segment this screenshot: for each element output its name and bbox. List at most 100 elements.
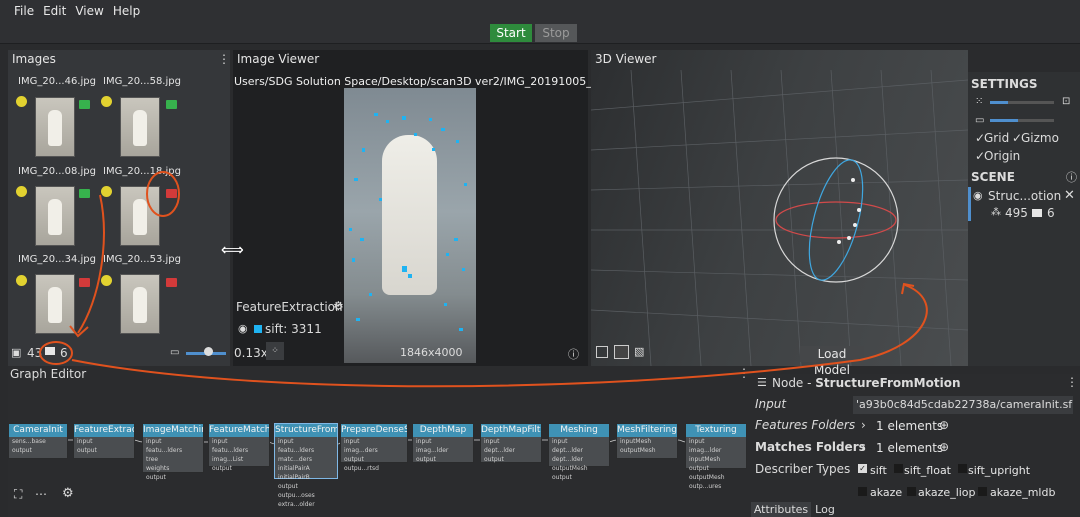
graph-node-port[interactable]: imag...lder — [413, 446, 473, 455]
graph-node[interactable]: CameraInit sens...base output — [8, 423, 68, 459]
graph-node-port[interactable]: featu...lders — [209, 446, 269, 455]
graph-node[interactable]: DepthMapFilterinputdept...lderoutput — [480, 423, 542, 463]
graph-node-port[interactable]: tree — [143, 455, 203, 464]
graph-node[interactable]: DepthMap input imag...lder output — [412, 423, 474, 463]
close-icon[interactable]: ✕ — [1064, 188, 1075, 203]
graph-node-port[interactable]: input — [209, 437, 269, 446]
graph-node-port[interactable]: initialPairA — [275, 464, 337, 473]
expand-chevron-icon[interactable]: › — [861, 418, 866, 432]
origin-toggle-label[interactable]: Origin — [984, 149, 1020, 163]
graph-menu-icon[interactable]: ⋮ — [738, 366, 750, 380]
graph-node-port[interactable]: output — [341, 455, 407, 464]
akaze-liop-checkbox[interactable] — [907, 487, 916, 496]
graph-node-port[interactable]: outp...ures — [686, 482, 746, 491]
image-thumbnail[interactable] — [35, 97, 75, 157]
add-match-folder-icon[interactable]: ⊕ — [939, 440, 949, 454]
graph-node-port[interactable]: initialPairB — [275, 473, 337, 482]
graph-node-port[interactable]: outpu...oses — [275, 491, 337, 500]
graph-node[interactable]: StructureFromMotioninputfeatu...ldersmat… — [274, 423, 338, 508]
stop-button[interactable]: Stop — [535, 24, 577, 42]
graph-node-port[interactable]: output — [686, 464, 746, 473]
graph-node-port[interactable]: input — [686, 437, 746, 446]
graph-node-port[interactable]: input — [143, 437, 203, 446]
graph-node-port[interactable]: input — [549, 437, 609, 446]
graph-node-port[interactable]: output — [275, 482, 337, 491]
graph-node-port[interactable]: inputMesh — [617, 437, 677, 446]
graph-node-port[interactable]: dept...lder — [549, 455, 609, 464]
view-grid-icon[interactable] — [614, 345, 629, 359]
node-options-icon[interactable]: ⋮ — [1066, 375, 1078, 389]
menu-file[interactable]: File — [14, 4, 34, 18]
graph-node-port[interactable]: extra...older — [275, 500, 337, 509]
expand-chevron-icon[interactable]: › — [861, 440, 866, 454]
graph-node[interactable]: Meshing input dept...lder dept...lder output… — [548, 423, 610, 481]
image-thumbnail[interactable] — [35, 186, 75, 246]
graph-node-port[interactable]: imag...lder — [686, 446, 746, 455]
view-wire-icon[interactable]: ▧ — [634, 345, 644, 358]
graph-node-port[interactable]: output — [481, 455, 541, 464]
graph-node-port[interactable]: input — [341, 437, 407, 446]
graph-node-port[interactable]: featu...lders — [275, 446, 337, 455]
graph-node-port[interactable]: outpu...rtsd — [341, 464, 407, 473]
graph-node[interactable]: Texturing input imag...lder inputMesh output… — [685, 423, 747, 490]
fit-view-icon[interactable]: ⛶ — [14, 487, 22, 502]
splitter-handle-icon[interactable]: ⟺ — [221, 240, 244, 259]
eye-icon[interactable]: ◉ — [973, 189, 983, 202]
load-model-button[interactable]: Load Model — [800, 346, 864, 377]
graph-node-port[interactable]: input — [275, 437, 337, 446]
scene-item-label[interactable]: Struc...otion — [988, 189, 1061, 203]
graph-node-port[interactable]: outputMesh — [686, 473, 746, 482]
graph-node[interactable]: FeatureExtractioninputoutput — [73, 423, 135, 459]
menu-edit[interactable]: Edit — [43, 4, 66, 18]
akaze-checkbox[interactable] — [858, 487, 867, 496]
graph-node-port[interactable]: dept...lder — [481, 446, 541, 455]
zoom-fit-icon[interactable]: ⁘ — [266, 342, 284, 360]
akaze-mldb-checkbox[interactable] — [978, 487, 987, 496]
graph-node-port[interactable]: featu...lders — [143, 446, 203, 455]
graph-node-port[interactable]: output — [143, 473, 203, 482]
tab-log[interactable]: Log — [812, 502, 838, 517]
grid-toggle-label[interactable]: Grid — [984, 131, 1009, 145]
add-feature-folder-icon[interactable]: ⊕ — [939, 418, 949, 432]
graph-node-port[interactable]: input — [413, 437, 473, 446]
thumb-size-handle[interactable] — [204, 347, 213, 356]
feature-settings-icon[interactable]: ⚙ — [333, 299, 344, 313]
graph-node-port[interactable]: weights — [143, 464, 203, 473]
sift-float-checkbox[interactable] — [894, 464, 903, 473]
graph-settings-icon[interactable]: ⚙ — [62, 486, 74, 501]
input-field[interactable]: 'a93b0c84d5cdab22738a/cameraInit.sfm — [853, 396, 1073, 414]
image-thumbnail[interactable] — [35, 274, 75, 334]
sift-upright-checkbox[interactable] — [958, 464, 967, 473]
images-menu-icon[interactable]: ⋮ — [218, 52, 230, 66]
image-thumbnail[interactable] — [120, 186, 160, 246]
image-thumbnail[interactable] — [120, 97, 160, 157]
graph-node-port[interactable]: sens...base — [9, 437, 67, 446]
graph-node-port[interactable]: dept...lder — [549, 446, 609, 455]
graph-node-port[interactable]: matc...ders — [275, 455, 337, 464]
fixed-size-icon[interactable]: ⊡ — [1062, 96, 1070, 107]
graph-node-port[interactable]: output — [74, 446, 134, 455]
graph-node-port[interactable]: output — [413, 455, 473, 464]
info-icon[interactable]: ⓘ — [568, 346, 579, 362]
menu-help[interactable]: Help — [113, 4, 140, 18]
image-thumbnail[interactable] — [120, 274, 160, 334]
graph-node-port[interactable]: input — [481, 437, 541, 446]
graph-node-port[interactable]: output — [549, 473, 609, 482]
menu-view[interactable]: View — [75, 4, 103, 18]
sift-checkbox[interactable]: ✓ — [858, 464, 867, 473]
graph-node[interactable]: FeatureMatchinginputfeatu...ldersimag...… — [208, 423, 270, 472]
graph-node[interactable]: ImageMatchinginputfeatu...lderstreeweigh… — [142, 423, 204, 481]
graph-node-port[interactable]: outputMesh — [617, 446, 677, 455]
view-solid-icon[interactable] — [596, 346, 608, 358]
graph-node-port[interactable]: imag...ders — [341, 446, 407, 455]
graph-node-port[interactable]: output — [209, 464, 269, 473]
tab-attributes[interactable]: Attributes — [751, 502, 811, 517]
graph-node-port[interactable]: input — [74, 437, 134, 446]
gizmo-toggle-label[interactable]: Gizmo — [1021, 131, 1059, 145]
graph-node[interactable]: PrepareDenseSceneinputimag...dersoutputo… — [340, 423, 408, 472]
scene-info-icon[interactable]: ⓘ — [1066, 169, 1077, 185]
start-button[interactable]: Start — [490, 24, 532, 42]
layout-icon[interactable]: ⋯ — [35, 487, 47, 501]
graph-node-port[interactable]: output — [9, 446, 67, 455]
graph-node-port[interactable]: outputMesh — [549, 464, 609, 473]
